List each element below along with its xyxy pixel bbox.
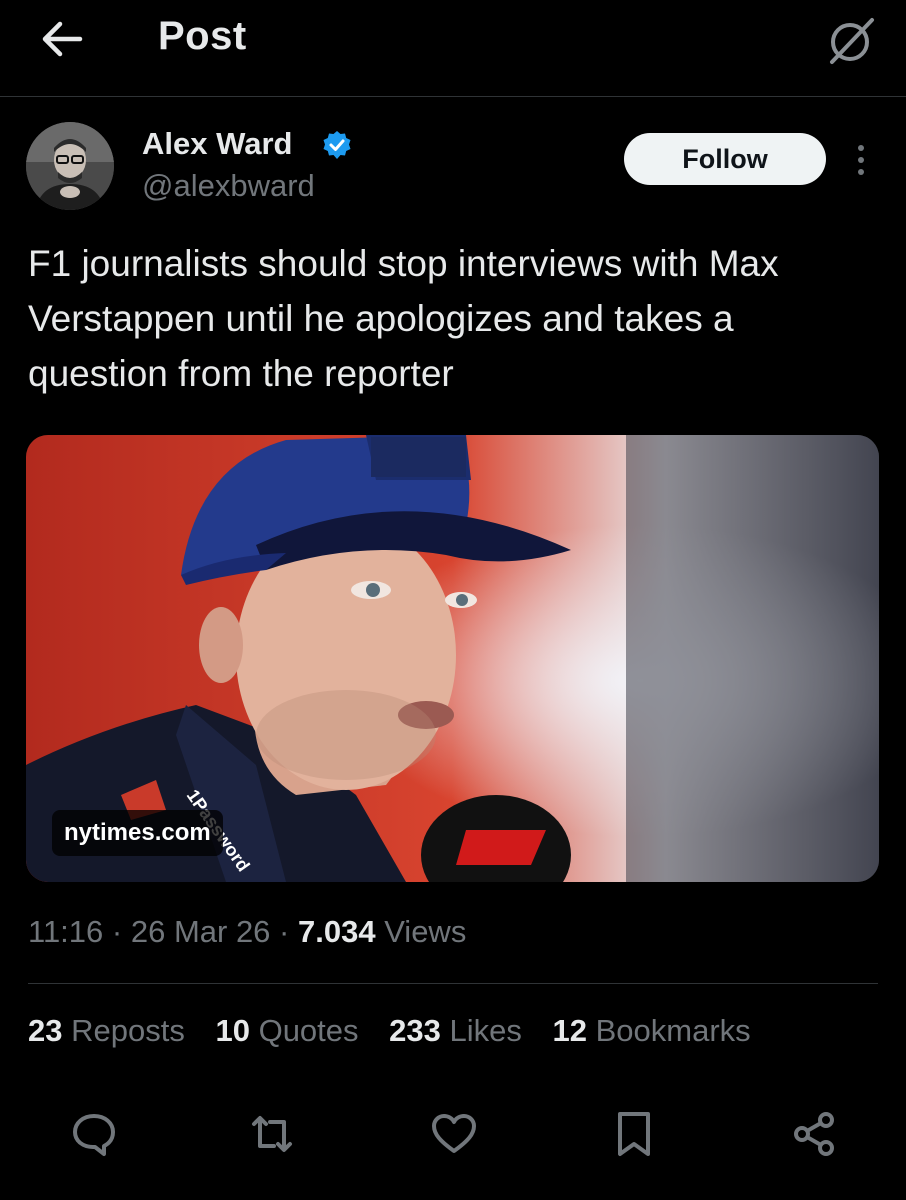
- likes-stat[interactable]: 233 Likes: [389, 1013, 522, 1048]
- bookmarks-label: Bookmarks: [595, 1013, 751, 1048]
- tweet-meta: 11:16 · 26 Mar 26 · 7.034 Views: [28, 914, 466, 950]
- back-arrow-icon[interactable]: [38, 18, 84, 60]
- bookmarks-count: 12: [552, 1013, 587, 1048]
- action-bar: [0, 1108, 906, 1164]
- quotes-label: Quotes: [258, 1013, 359, 1048]
- reposts-stat[interactable]: 23 Reposts: [28, 1013, 185, 1048]
- avatar[interactable]: [26, 122, 114, 210]
- page-title: Post: [158, 14, 247, 58]
- meta-separator: ·: [111, 914, 131, 949]
- grok-icon[interactable]: [826, 14, 878, 66]
- likes-label: Likes: [449, 1013, 522, 1048]
- bookmark-icon[interactable]: [608, 1108, 660, 1160]
- more-options-icon[interactable]: [846, 140, 876, 180]
- reposts-label: Reposts: [71, 1013, 185, 1048]
- tweet-date: 26 Mar 26: [130, 914, 271, 949]
- views-count: 7.034: [297, 914, 376, 949]
- tweet-text: F1 journalists should stop interviews wi…: [28, 243, 779, 394]
- quotes-stat[interactable]: 10 Quotes: [215, 1013, 358, 1048]
- media-source-label: nytimes.com: [52, 810, 223, 856]
- reposts-count: 23: [28, 1013, 63, 1048]
- divider: [28, 983, 878, 984]
- follow-button[interactable]: Follow: [624, 133, 826, 185]
- views-label: Views: [384, 914, 467, 949]
- heart-icon[interactable]: [428, 1108, 480, 1160]
- author-name[interactable]: Alex Ward: [142, 126, 292, 162]
- tweet-time: 11:16: [28, 914, 104, 949]
- reply-icon[interactable]: [68, 1108, 120, 1160]
- meta-separator: ·: [279, 914, 298, 949]
- bookmarks-stat[interactable]: 12 Bookmarks: [553, 1013, 751, 1048]
- engagement-stats: 23 Reposts 10 Quotes 233 Likes 12 Bookma…: [28, 1013, 751, 1049]
- verified-badge-icon: [323, 131, 351, 159]
- quotes-count: 10: [215, 1013, 250, 1048]
- author-handle[interactable]: @alexbward: [142, 168, 315, 204]
- repost-icon[interactable]: [246, 1108, 298, 1160]
- likes-count: 233: [389, 1013, 441, 1048]
- share-icon[interactable]: [788, 1108, 840, 1160]
- top-bar: Post: [0, 0, 906, 97]
